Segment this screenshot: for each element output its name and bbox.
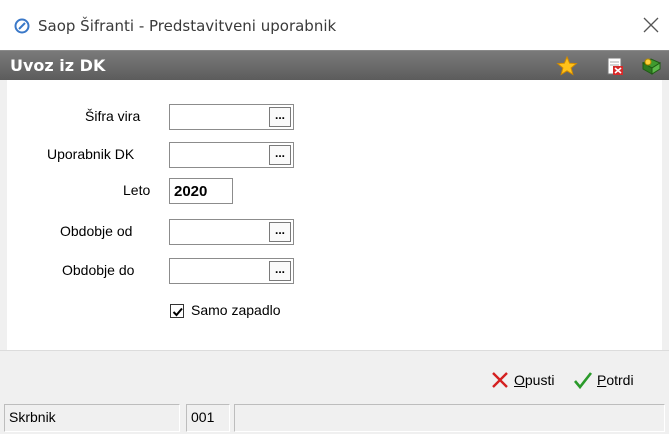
checkmark-icon	[574, 372, 593, 390]
delete-document-icon[interactable]	[604, 55, 626, 77]
status-bar: Skrbnik 001	[0, 402, 669, 434]
uporabnik-dk-field[interactable]: ...	[169, 142, 294, 168]
leto-field[interactable]: 2020	[169, 178, 233, 204]
obdobje-do-label: Obdobje do	[62, 262, 135, 278]
obdobje-od-label: Obdobje od	[60, 223, 133, 239]
saop-logo-icon	[14, 18, 30, 34]
obdobje-od-browse-button[interactable]: ...	[269, 222, 291, 242]
sifra-vira-browse-button[interactable]: ...	[269, 107, 291, 127]
status-user: Skrbnik	[4, 404, 180, 432]
status-code: 001	[186, 404, 230, 432]
checkmark-glyph-icon	[172, 307, 183, 317]
form-body: Šifra vira ... Uporabnik DK ... Leto 202…	[0, 80, 669, 350]
status-extra	[234, 404, 665, 432]
obdobje-do-browse-button[interactable]: ...	[269, 261, 291, 281]
sifra-vira-label: Šifra vira	[85, 108, 141, 124]
uporabnik-dk-label: Uporabnik DK	[47, 146, 135, 162]
button-bar: Opusti Potrdi	[0, 350, 669, 402]
obdobje-do-field[interactable]: ...	[169, 258, 294, 284]
close-icon[interactable]	[640, 14, 662, 36]
help-book-icon[interactable]	[640, 55, 662, 77]
cancel-button[interactable]: Opusti	[490, 369, 554, 391]
uporabnik-dk-browse-button[interactable]: ...	[269, 145, 291, 165]
x-icon	[492, 372, 508, 388]
samo-zapadlo-checkbox[interactable]	[170, 304, 184, 318]
window-title: Saop Šifranti - Predstavitveni uporabnik	[38, 17, 337, 35]
star-icon[interactable]	[556, 55, 578, 77]
samo-zapadlo-label[interactable]: Samo zapadlo	[191, 302, 281, 318]
sifra-vira-field[interactable]: ...	[169, 104, 294, 130]
form-header: Uvoz iz DK	[0, 50, 669, 80]
window-titlebar: Saop Šifranti - Predstavitveni uporabnik	[0, 0, 669, 50]
obdobje-od-field[interactable]: ...	[169, 219, 294, 245]
confirm-button[interactable]: Potrdi	[573, 369, 634, 391]
form-title: Uvoz iz DK	[10, 56, 106, 75]
leto-label: Leto	[123, 182, 151, 198]
